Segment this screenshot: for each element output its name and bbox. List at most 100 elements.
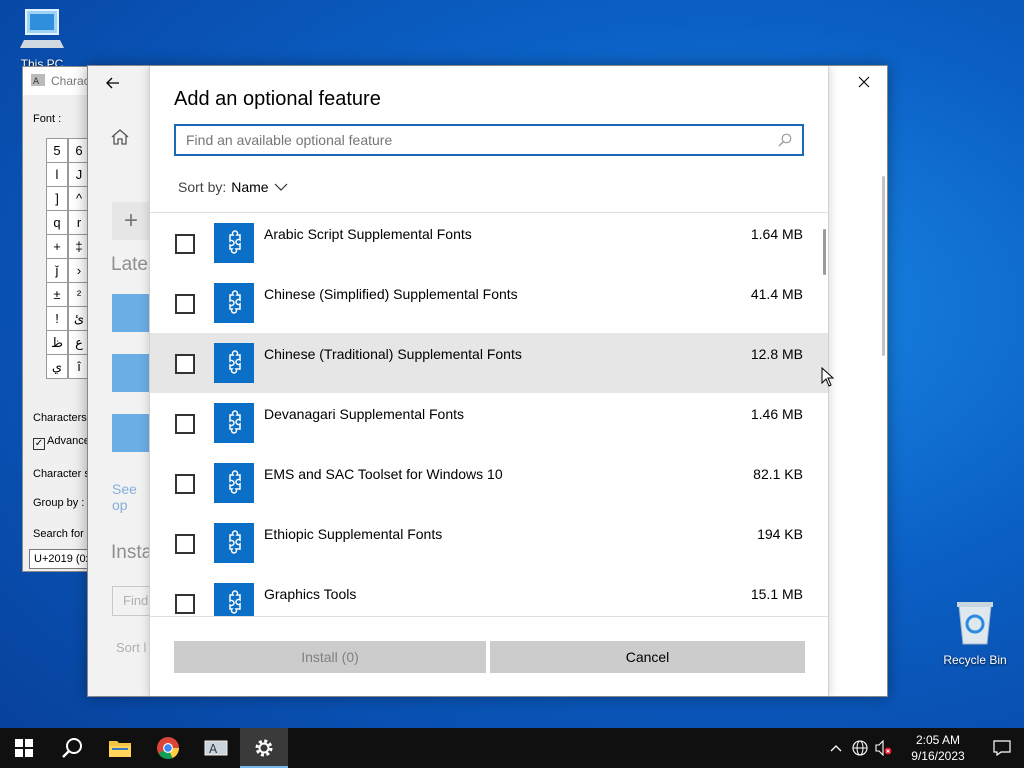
feature-name: Chinese (Traditional) Supplemental Fonts [264,346,522,362]
feature-checkbox[interactable] [175,594,195,614]
taskbar: A 2:05 AM 9/16/2023 [0,728,1024,768]
show-hidden-icons-button[interactable] [824,728,848,768]
see-optional-link[interactable]: See op [112,481,150,513]
add-feature-tile[interactable]: + [112,202,150,240]
home-button[interactable] [110,128,134,152]
chrome-button[interactable] [144,728,192,768]
character-cell[interactable]: ± [46,282,68,307]
feature-tile [214,223,254,263]
recycle-bin-icon [957,602,993,645]
feature-checkbox[interactable] [175,534,195,554]
character-map-taskbar-button[interactable]: A [192,728,240,768]
feature-tile [214,583,254,616]
feature-tile [214,403,254,443]
feature-search-input[interactable] [186,132,778,148]
feature-row[interactable]: Chinese (Simplified) Supplemental Fonts 4… [150,273,828,333]
desktop-icon-this-pc[interactable]: This PC [4,8,80,71]
character-cell[interactable]: ǰ [46,258,68,283]
font-label: Font : [33,113,62,125]
character-cell[interactable]: l [46,162,68,187]
dialog-title: Add an optional feature [174,88,381,110]
feature-list-scrollbar[interactable] [823,229,826,275]
desktop-icon-recycle-bin[interactable]: Recycle Bin [937,600,1013,667]
feature-row[interactable]: Graphics Tools 15.1 MB [150,573,828,616]
close-button[interactable] [841,66,887,98]
feature-name: EMS and SAC Toolset for Windows 10 [264,466,503,482]
feature-name: Chinese (Simplified) Supplemental Fonts [264,286,518,302]
back-button[interactable] [102,72,124,94]
chevron-down-icon [274,183,288,191]
feature-row[interactable]: Devanagari Supplemental Fonts 1.46 MB [150,393,828,453]
puzzle-piece-icon [229,410,241,434]
feature-name: Arabic Script Supplemental Fonts [264,226,472,242]
character-cell[interactable]: ] [46,186,68,211]
feature-size: 41.4 MB [750,286,803,302]
puzzle-piece-icon [229,290,241,314]
feature-checkbox[interactable] [175,234,195,254]
start-button[interactable] [0,728,48,768]
action-center-button[interactable] [980,728,1024,768]
feature-tile [214,343,254,383]
sort-by-dropdown[interactable]: Sort by: Name [178,179,288,195]
feature-row[interactable]: Ethiopic Supplemental Fonts 194 KB [150,513,828,573]
home-icon [111,129,129,145]
settings-taskbar-button[interactable] [240,728,288,768]
list-bottom-divider [150,616,828,617]
chevron-up-icon [830,745,842,752]
notification-icon [993,740,1011,756]
folder-icon [109,741,131,757]
feature-checkbox[interactable] [175,294,195,314]
feature-checkbox[interactable] [175,354,195,374]
advanced-view-checkbox[interactable]: ✓ Advance [33,435,90,450]
feature-size: 1.64 MB [750,226,803,242]
clock[interactable]: 2:05 AM 9/16/2023 [896,732,980,764]
feature-tile [112,294,150,332]
desktop-icon-label: Recycle Bin [943,653,1007,667]
feature-row[interactable]: Arabic Script Supplemental Fonts 1.64 MB [150,213,828,273]
settings-scrollbar[interactable] [882,176,885,356]
sort-label: Sort by: [178,179,227,195]
feature-size: 194 KB [757,526,803,542]
feature-tile [214,523,254,563]
character-cell[interactable]: ظ [46,330,68,355]
search-icon [778,133,792,147]
feature-row[interactable]: Chinese (Traditional) Supplemental Fonts… [150,333,828,393]
feature-tile [112,354,150,392]
feature-tile [214,283,254,323]
volume-button[interactable] [872,728,896,768]
charmap-title: Charac [51,74,90,88]
feature-search-box[interactable] [174,124,804,156]
sort-installed[interactable]: Sort l [116,640,146,655]
character-cell[interactable]: + [46,234,68,259]
advanced-view-label: Advance [47,435,90,447]
globe-icon [852,740,868,756]
feature-size: 82.1 KB [753,466,803,482]
svg-text:A: A [209,742,218,756]
installed-heading: Insta [111,542,153,563]
feature-size: 12.8 MB [750,346,803,362]
system-tray: 2:05 AM 9/16/2023 [824,728,1024,768]
character-cell[interactable]: q [46,210,68,235]
character-cell[interactable]: 5 [46,138,68,163]
feature-row[interactable]: EMS and SAC Toolset for Windows 10 82.1 K… [150,453,828,513]
gear-icon [255,739,273,757]
character-cell[interactable]: ǃ [46,306,68,331]
feature-size: 15.1 MB [750,586,803,602]
character-grid[interactable]: 5 6 l J] ^ q r + ‡ ǰ › ± ² ǃ ئ ظ ع ي î [46,138,91,379]
clock-date: 9/16/2023 [911,749,965,763]
install-button[interactable]: Install (0) [174,641,486,673]
network-button[interactable] [848,728,872,768]
sort-value: Name [231,179,269,195]
file-explorer-button[interactable] [96,728,144,768]
back-arrow-icon [106,77,119,89]
puzzle-piece-icon [229,230,241,254]
feature-checkbox[interactable] [175,474,195,494]
mouse-cursor-icon [821,367,835,387]
feature-name: Graphics Tools [264,586,357,602]
feature-name: Ethiopic Supplemental Fonts [264,526,443,542]
search-for-label: Search for [33,528,84,540]
character-cell[interactable]: ي [46,354,68,379]
cancel-button[interactable]: Cancel [490,641,805,673]
feature-checkbox[interactable] [175,414,195,434]
search-button[interactable] [48,728,96,768]
